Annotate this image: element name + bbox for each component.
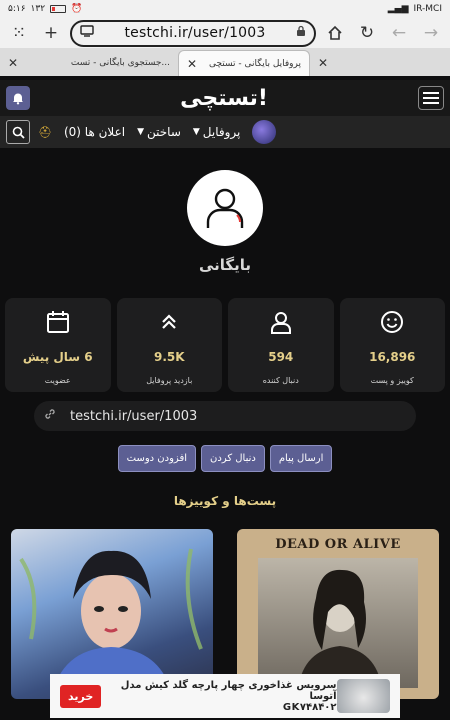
ad-banner[interactable]: خرید سرویس غذاخوری چهار پارچه گلد کیش مد… [50, 674, 400, 718]
reload-icon[interactable]: ↻ [354, 20, 380, 46]
stat-value: 9.5K [153, 350, 185, 364]
stat-label: دنبال کننده [262, 376, 299, 385]
link-icon [44, 408, 56, 424]
profile-avatar [187, 170, 263, 246]
home-icon[interactable] [322, 20, 348, 46]
browser-toolbar: ⁙ + testchi.ir/user/1003 ↻ ← → [0, 18, 450, 48]
follow-button[interactable]: دنبال کردن [201, 445, 265, 472]
profile-section: بایگانی [0, 148, 450, 274]
post-image [258, 558, 418, 688]
ad-product-image [336, 679, 390, 713]
url-text: testchi.ir/user/1003 [124, 25, 266, 41]
stats-row: 16,896 کوییز و پست 594 دنبال کننده 9.5K … [0, 298, 450, 392]
nav-profile[interactable]: پروفایل ▼ [193, 125, 241, 139]
section-title: پست‌ها و کوییزها [173, 494, 277, 508]
lock-icon [296, 25, 306, 41]
alarm-icon: ⏰ [71, 4, 83, 14]
send-message-button[interactable]: ارسال پیام [269, 445, 333, 472]
profile-name: بایگانی [198, 256, 252, 274]
tab-partial[interactable]: ✕ [310, 50, 450, 76]
add-friend-button[interactable]: افزودن دوست [117, 445, 197, 472]
close-tab-icon[interactable]: ✕ [187, 57, 197, 71]
stat-label: عضویت [44, 376, 71, 385]
search-icon[interactable] [6, 120, 30, 144]
site-logo[interactable]: تستچی! [180, 86, 268, 111]
status-extra: ۱۳۲ [30, 4, 46, 14]
stat-label: کوییز و پست [370, 376, 414, 385]
site-info-icon[interactable] [80, 25, 94, 41]
close-tab-icon[interactable]: ✕ [318, 56, 328, 70]
chevron-down-icon: ▼ [192, 127, 200, 137]
nav-notifications-label: اعلان ها (0) [63, 125, 126, 139]
battery-icon [50, 5, 67, 13]
ad-title: سرویس غذاخوری چهار پارچه گلد کیش مدل آتو… [120, 679, 337, 702]
forward-icon[interactable]: → [418, 20, 444, 46]
stat-value: 6 سال پیش [22, 350, 93, 364]
calendar-icon [45, 308, 71, 336]
tab-title: جستجوی بایگانی - تست... [70, 58, 170, 68]
new-tab-icon[interactable]: + [38, 20, 64, 46]
stat-value: 594 [268, 350, 294, 364]
smile-icon [379, 308, 405, 336]
nav-build[interactable]: ساختن ▼ [137, 125, 181, 139]
status-bar: ۵:۱۶ ۱۳۲ ⏰ ▂▄▆ IR-MCI [0, 0, 450, 18]
stat-label: بازدید پروفایل [146, 376, 193, 385]
tabs-overview-icon[interactable]: ⁙ [6, 20, 32, 46]
nav-profile-label: پروفایل [202, 125, 241, 139]
tab-strip: ✕ جستجوی بایگانی - تست... ✕ پروفایل بایگ… [0, 48, 450, 76]
post-banner: DEAD OR ALIVE [275, 537, 401, 552]
stat-views[interactable]: 9.5K بازدید پروفایل [116, 298, 222, 392]
stat-membership[interactable]: 6 سال پیش عضویت [5, 298, 111, 392]
nav-avatar[interactable] [252, 120, 277, 144]
tab-profile-archive[interactable]: ✕ پروفایل بایگانی - تستچی [178, 50, 310, 76]
user-icon [268, 308, 294, 336]
ad-text: سرویس غذاخوری چهار پارچه گلد کیش مدل آتو… [101, 679, 337, 713]
tab-title: پروفایل بایگانی - تستچی [208, 58, 301, 69]
nav-build-label: ساختن [146, 125, 181, 139]
status-time: ۵:۱۶ [8, 4, 26, 14]
ad-code: GK۷۴۸۴۰۲ [282, 701, 337, 713]
hat-icon[interactable]: ⛑ [38, 126, 52, 139]
stat-posts[interactable]: 16,896 کوییز و پست [339, 298, 445, 392]
chevron-down-icon: ▼ [137, 127, 144, 137]
chevrons-up-icon [158, 308, 180, 336]
profile-link-box[interactable]: testchi.ir/user/1003 [34, 401, 416, 431]
tab-search-archive[interactable]: ✕ جستجوی بایگانی - تست... [0, 50, 178, 76]
bell-icon[interactable] [6, 86, 30, 110]
profile-actions: ارسال پیام دنبال کردن افزودن دوست [0, 445, 450, 472]
back-icon[interactable]: ← [386, 20, 412, 46]
status-carrier: IR-MCI [413, 4, 443, 14]
nav-notifications[interactable]: اعلان ها (0) [64, 125, 125, 139]
site-header: تستچی! [0, 80, 450, 116]
close-tab-icon[interactable]: ✕ [8, 56, 18, 70]
ad-buy-button[interactable]: خرید [60, 684, 102, 708]
profile-link-text: testchi.ir/user/1003 [70, 408, 198, 424]
address-bar[interactable]: testchi.ir/user/1003 [70, 19, 316, 47]
menu-icon[interactable] [417, 86, 444, 110]
stat-followers[interactable]: 594 دنبال کننده [228, 298, 334, 392]
site-nav: پروفایل ▼ ساختن ▼ اعلان ها (0) ⛑ [0, 116, 450, 148]
stat-value: 16,896 [369, 350, 416, 364]
signal-icon: ▂▄▆ [387, 4, 409, 14]
